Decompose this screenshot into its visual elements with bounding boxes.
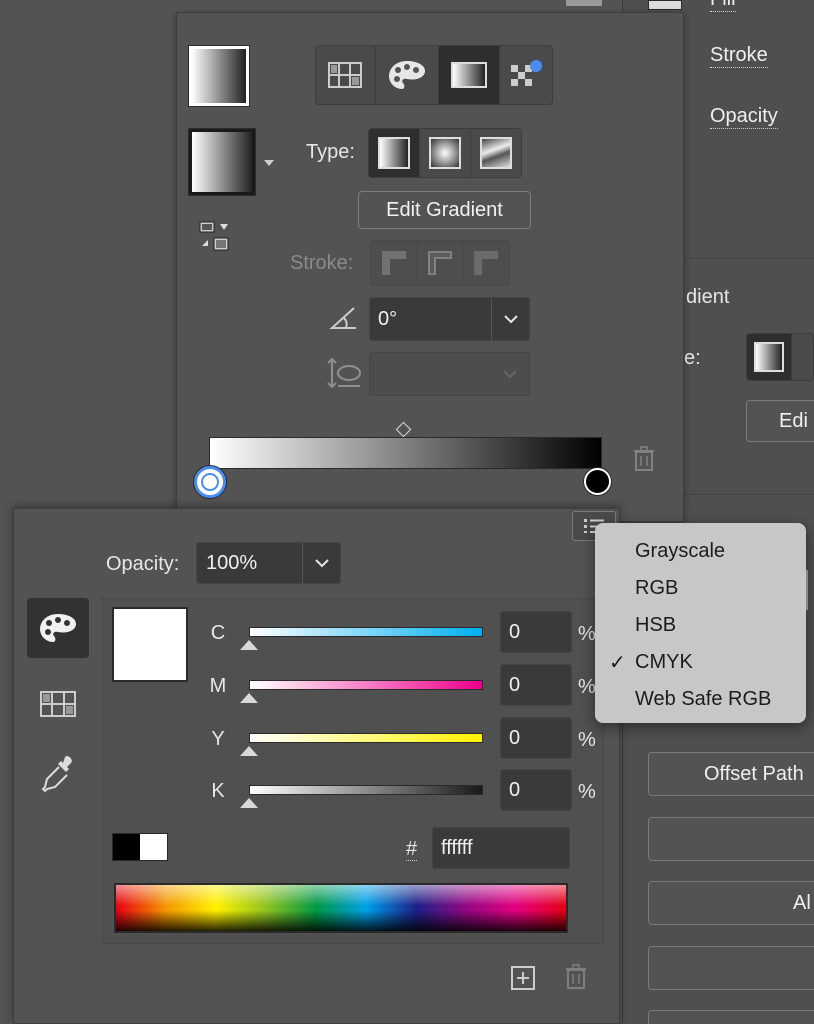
empty-button[interactable] [648,946,814,990]
chevron-down-icon[interactable] [491,298,529,340]
percent-sign: % [578,729,596,751]
type-label: Type: [306,141,355,163]
cyan-slider[interactable] [249,627,483,637]
black-input[interactable]: 0 [500,769,572,811]
yellow-label: Y [211,728,225,750]
chevron-down-icon[interactable] [302,543,340,583]
angle-icon [328,304,358,337]
fill-mode-tabs[interactable] [315,45,553,105]
fill-swatch[interactable] [188,45,250,107]
linear-gradient-icon[interactable] [369,129,421,177]
color-stop-white[interactable] [194,466,226,498]
current-color-swatch [112,607,188,682]
pattern-icon[interactable] [500,46,552,104]
cyan-input[interactable]: 0 [500,611,572,653]
empty-button[interactable] [648,817,814,861]
opacity-value[interactable]: 100% [206,552,257,575]
cyan-slider-thumb[interactable] [240,640,258,650]
edit-gradient-button[interactable]: Edit Gradient [358,191,531,229]
empty-button[interactable] [648,1010,814,1024]
black-white-swatches[interactable] [112,833,168,861]
gradient-type-segment[interactable] [368,128,522,178]
toolbar-handle [566,0,602,6]
swatches-grid-icon[interactable] [316,46,376,104]
yellow-slider[interactable] [249,733,483,743]
add-swatch-icon[interactable] [511,966,535,995]
cyan-label: C [210,622,226,644]
opacity-label: Opacity: [106,553,180,575]
radial-gradient-icon[interactable] [420,129,471,177]
eyedropper-tab[interactable] [27,744,89,804]
menu-item-hsb[interactable]: HSB [595,607,806,644]
gradient-section-title: dient [686,286,730,308]
opacity-link[interactable]: Opacity [710,105,778,129]
percent-sign: % [578,623,596,645]
gradient-slider[interactable] [209,437,602,469]
magenta-slider-thumb[interactable] [240,693,258,703]
checkmark-icon: ✓ [609,652,626,674]
radial-gradient-icon[interactable] [792,334,813,380]
freeform-gradient-icon[interactable] [471,129,521,177]
type-label: e: [684,347,701,369]
stroke-swatch[interactable] [188,128,256,196]
menu-item-rgb[interactable]: RGB [595,570,806,607]
color-palette-icon [40,614,76,642]
stroke-along-icon[interactable] [417,241,464,285]
partial-control [806,570,814,610]
color-spectrum[interactable] [114,883,568,933]
chevron-down-icon[interactable] [491,353,529,395]
aspect-ratio-icon [326,356,362,395]
magenta-slider[interactable] [249,680,483,690]
yellow-input[interactable]: 0 [500,717,572,759]
black-slider-thumb[interactable] [240,798,258,808]
divider [684,258,814,259]
magenta-input[interactable]: 0 [500,664,572,706]
align-button[interactable]: Al [648,881,814,925]
aspect-ratio-dropdown[interactable] [369,352,530,396]
angle-dropdown[interactable]: 0° [369,297,530,341]
angle-value: 0° [378,307,398,330]
hex-input[interactable]: ffffff [432,827,570,869]
bg-type-segment[interactable] [746,333,814,381]
menu-item-cmyk[interactable]: ✓ CMYK [595,644,806,681]
stroke-label: Stroke: [290,252,354,274]
magenta-label: M [209,675,227,697]
hex-label: # [406,838,418,861]
fill-swatch[interactable] [648,0,682,10]
stroke-across-icon[interactable] [464,241,509,285]
percent-sign: % [578,676,596,698]
menu-item-grayscale[interactable]: Grayscale [595,533,806,570]
linear-gradient-icon[interactable] [747,334,792,380]
opacity-dropdown[interactable]: 100% [196,542,341,584]
gradient-icon[interactable] [438,46,501,104]
menu-item-web-safe-rgb[interactable]: Web Safe RGB [595,681,806,718]
delete-stop-icon[interactable] [632,446,656,477]
color-stop-black[interactable] [584,468,611,495]
white-swatch[interactable] [140,834,167,860]
black-slider[interactable] [249,785,483,795]
chevron-down-icon[interactable] [264,160,274,166]
swatches-grid-icon [40,691,76,717]
fill-link[interactable]: Fill [710,0,736,12]
swap-fill-stroke-icon[interactable] [198,220,232,257]
color-mode-menu: Grayscale RGB HSB ✓ CMYK Web Safe RGB [595,523,806,723]
eyedropper-icon [41,756,72,793]
trash-icon[interactable] [564,964,588,995]
swatches-tab[interactable] [27,674,89,734]
percent-sign: % [578,781,596,803]
offset-path-button[interactable]: Offset Path [648,752,814,796]
color-palette-icon[interactable] [376,46,439,104]
stroke-gradient-segment[interactable] [370,240,510,286]
bg-edit-gradient-button[interactable]: Edi [746,400,814,442]
black-swatch[interactable] [113,834,140,860]
stroke-link[interactable]: Stroke [710,44,768,68]
stroke-within-icon[interactable] [371,241,418,285]
yellow-slider-thumb[interactable] [240,746,258,756]
black-label: K [211,780,225,802]
color-tab[interactable] [27,598,89,658]
